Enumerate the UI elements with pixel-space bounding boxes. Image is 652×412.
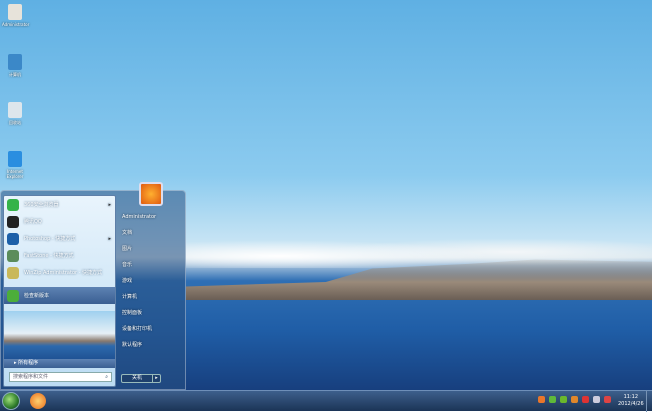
start-menu-link[interactable]: 控制面板 — [119, 305, 185, 321]
tray-icon[interactable] — [560, 396, 567, 403]
search-icon: ⌕ — [105, 374, 108, 380]
tray-icon[interactable] — [549, 396, 556, 403]
program-label: WinZip Administrator - 快捷方式 — [24, 270, 103, 276]
submenu-arrow-icon[interactable]: ▸ — [108, 236, 111, 242]
clock-date: 2012/4/26 — [618, 401, 644, 407]
start-menu: 360安全浏览器 ▸ 腾讯QQ Photoshop - 快捷方式 ▸ FastStone … — [0, 182, 186, 390]
desktop-icon[interactable]: Administrator — [2, 4, 30, 27]
desktop-icon-label: Administrator — [2, 22, 30, 27]
program-label: 360安全浏览器 — [24, 202, 59, 208]
program-label: Photoshop - 快捷方式 — [24, 236, 76, 242]
program-item[interactable]: 检查新版本 — [4, 287, 115, 304]
start-menu-link[interactable]: 计算机 — [119, 289, 185, 305]
program-item[interactable]: WinZip Administrator - 快捷方式 — [4, 264, 115, 281]
program-label: FastStone - 快捷方式 — [24, 253, 74, 259]
start-menu-link[interactable]: 默认程序 — [119, 337, 185, 353]
tray-icon[interactable] — [582, 396, 589, 403]
program-label: 检查新版本 — [24, 293, 50, 299]
faststone-icon — [7, 249, 19, 262]
all-programs-label: 所有程序 — [18, 360, 39, 366]
tray-icon[interactable] — [593, 396, 600, 403]
desktop-icon-label: 回收站 — [9, 120, 21, 125]
ie-icon — [8, 151, 22, 167]
start-menu-link[interactable]: Administrator — [119, 209, 185, 225]
submenu-arrow-icon[interactable]: ▸ — [108, 202, 111, 208]
start-menu-link[interactable]: 游戏 — [119, 273, 185, 289]
clock-time: 11:12 — [623, 394, 639, 400]
start-menu-link[interactable]: 文档 — [119, 225, 185, 241]
shutdown-options-arrow-icon[interactable]: ▸ — [152, 375, 160, 382]
start-menu-photo — [4, 311, 115, 361]
tray-icon[interactable] — [604, 396, 611, 403]
shutdown-label: 关机 — [132, 375, 143, 381]
qq-icon — [7, 215, 19, 228]
system-tray — [538, 396, 611, 403]
user-folder-icon — [8, 4, 22, 20]
program-label: 腾讯QQ — [24, 219, 42, 225]
search-input[interactable]: 搜索程序和文件 ⌕ — [9, 372, 112, 382]
shutdown-button[interactable]: 关机 ▸ — [121, 374, 161, 383]
photoshop-icon — [7, 232, 19, 245]
start-button[interactable] — [2, 392, 20, 410]
taskbar: 11:12 2012/4/26 — [0, 390, 652, 412]
program-item[interactable]: FastStone - 快捷方式 — [4, 247, 115, 264]
all-programs-button[interactable]: ▸ 所有程序 — [4, 359, 115, 368]
recycle-bin-icon — [8, 102, 22, 118]
program-item[interactable]: Photoshop - 快捷方式 ▸ — [4, 230, 115, 247]
browser-360-icon — [7, 198, 19, 211]
tray-icon[interactable] — [538, 396, 545, 403]
pen-icon — [7, 266, 19, 279]
start-menu-link[interactable]: 图片 — [119, 241, 185, 257]
clock[interactable]: 11:12 2012/4/26 — [618, 394, 644, 408]
desktop-icon[interactable]: 回收站 — [2, 102, 28, 126]
update-icon — [7, 289, 19, 302]
program-item[interactable]: 360安全浏览器 ▸ — [4, 196, 115, 213]
program-item[interactable]: 腾讯QQ — [4, 213, 115, 230]
search-placeholder: 搜索程序和文件 — [13, 374, 49, 380]
programs-pane: 360安全浏览器 ▸ 腾讯QQ Photoshop - 快捷方式 ▸ FastStone … — [3, 195, 116, 387]
taskbar-app-icon[interactable] — [30, 393, 46, 409]
show-desktop-button[interactable] — [646, 391, 652, 412]
start-menu-link[interactable]: 音乐 — [119, 257, 185, 273]
desktop-icon-label: 计算机 — [9, 72, 21, 77]
desktop-icon-label: Internet Explorer — [6, 169, 24, 179]
user-avatar[interactable] — [139, 182, 163, 206]
desktop-icon[interactable]: 计算机 — [2, 54, 28, 78]
computer-icon — [8, 54, 22, 70]
desktop-icon[interactable]: Internet Explorer — [2, 151, 28, 179]
tray-icon[interactable] — [571, 396, 578, 403]
start-menu-link[interactable]: 设备和打印机 — [119, 321, 185, 337]
